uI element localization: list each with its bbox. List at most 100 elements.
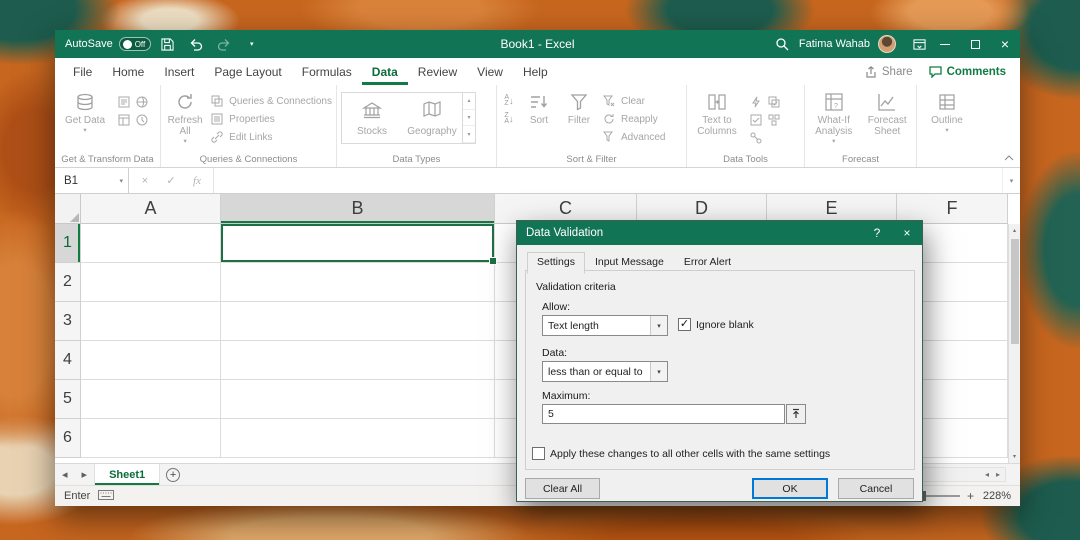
recent-sources-icon[interactable] bbox=[134, 112, 150, 128]
row-header-5[interactable]: 5 bbox=[55, 380, 81, 419]
cell-A1[interactable] bbox=[81, 224, 221, 263]
advanced-button[interactable]: Advanced bbox=[601, 128, 665, 146]
clear-filter-button[interactable]: Clear bbox=[601, 92, 665, 110]
scroll-down-icon[interactable]: ▾ bbox=[1013, 450, 1016, 463]
gallery-down-icon[interactable]: ▾ bbox=[463, 110, 475, 127]
row-header-4[interactable]: 4 bbox=[55, 341, 81, 380]
reapply-button[interactable]: Reapply bbox=[601, 110, 665, 128]
cell-A4[interactable] bbox=[81, 341, 221, 380]
comments-button[interactable]: Comments bbox=[929, 66, 1006, 78]
cell-A6[interactable] bbox=[81, 419, 221, 458]
tab-home[interactable]: Home bbox=[102, 58, 154, 85]
stocks-button[interactable]: Stocks bbox=[342, 93, 402, 143]
zoom-level[interactable]: 228% bbox=[981, 490, 1011, 502]
minimize-button[interactable] bbox=[930, 30, 960, 58]
sort-ascending-icon[interactable]: AZ↓ bbox=[501, 93, 517, 109]
add-sheet-button[interactable]: + bbox=[160, 464, 186, 485]
ok-button[interactable]: OK bbox=[752, 478, 828, 499]
edit-links-button[interactable]: Edit Links bbox=[209, 128, 332, 146]
formula-input[interactable] bbox=[214, 168, 1002, 193]
cancel-icon[interactable]: × bbox=[132, 175, 158, 187]
dialog-tab-input-message[interactable]: Input Message bbox=[585, 252, 674, 273]
search-icon[interactable] bbox=[771, 30, 793, 58]
ribbon-display-options-icon[interactable] bbox=[908, 30, 930, 58]
cell-B6[interactable] bbox=[221, 419, 495, 458]
refresh-all-button[interactable]: Refresh All ▾ bbox=[165, 87, 205, 145]
column-header-B[interactable]: B bbox=[221, 194, 495, 224]
from-text-csv-icon[interactable] bbox=[116, 94, 132, 110]
ignore-blank-checkbox[interactable]: Ignore blank bbox=[678, 318, 754, 331]
clear-all-button[interactable]: Clear All bbox=[525, 478, 600, 499]
insert-function-button[interactable]: fx bbox=[184, 175, 210, 187]
autosave-toggle[interactable]: Off bbox=[119, 37, 151, 51]
undo-button[interactable] bbox=[185, 30, 207, 58]
expand-formula-bar-icon[interactable]: ▾ bbox=[1002, 168, 1020, 193]
sheet-nav-right-icon[interactable]: ▸ bbox=[75, 464, 95, 485]
redo-button[interactable] bbox=[213, 30, 235, 58]
what-if-analysis-button[interactable]: ? What-If Analysis ▾ bbox=[809, 87, 859, 145]
tab-page-layout[interactable]: Page Layout bbox=[204, 58, 291, 85]
maximize-button[interactable] bbox=[960, 30, 990, 58]
allow-dropdown[interactable]: Text length ▾ bbox=[542, 315, 668, 336]
select-all-corner[interactable] bbox=[55, 194, 81, 224]
flash-fill-icon[interactable] bbox=[748, 94, 764, 110]
outline-button[interactable]: Outline ▾ bbox=[921, 87, 973, 134]
dialog-title-bar[interactable]: Data Validation ? × bbox=[517, 221, 922, 245]
cell-B5[interactable] bbox=[221, 380, 495, 419]
forecast-sheet-button[interactable]: Forecast Sheet bbox=[863, 87, 913, 137]
filter-button[interactable]: Filter bbox=[561, 87, 597, 126]
row-header-1[interactable]: 1 bbox=[55, 224, 81, 263]
maximum-input[interactable]: 5 bbox=[542, 404, 785, 424]
checkbox-box[interactable] bbox=[678, 318, 691, 331]
consolidate-icon[interactable] bbox=[766, 112, 782, 128]
name-box[interactable]: B1 ▾ bbox=[55, 168, 129, 193]
dialog-help-button[interactable]: ? bbox=[862, 221, 892, 245]
sheet-tab-sheet1[interactable]: Sheet1 bbox=[94, 464, 160, 485]
data-validation-icon[interactable] bbox=[748, 112, 764, 128]
user-name[interactable]: Fatima Wahab bbox=[799, 38, 870, 50]
collapse-dialog-button[interactable] bbox=[786, 404, 806, 424]
text-to-columns-button[interactable]: Text to Columns bbox=[691, 87, 743, 137]
cell-B2[interactable] bbox=[221, 263, 495, 302]
data-dropdown[interactable]: less than or equal to ▾ bbox=[542, 361, 668, 382]
sort-button[interactable]: Sort bbox=[521, 87, 557, 126]
scroll-right-icon[interactable]: ▸ bbox=[996, 470, 1000, 479]
cell-B3[interactable] bbox=[221, 302, 495, 341]
scroll-left-icon[interactable]: ◂ bbox=[985, 470, 989, 479]
get-data-button[interactable]: Get Data ▾ bbox=[59, 87, 111, 134]
sort-descending-icon[interactable]: ZA↓ bbox=[501, 111, 517, 127]
dialog-tab-error-alert[interactable]: Error Alert bbox=[674, 252, 741, 273]
cell-B1[interactable] bbox=[221, 224, 495, 263]
sheet-nav-left-icon[interactable]: ◂ bbox=[55, 464, 75, 485]
tab-help[interactable]: Help bbox=[513, 58, 558, 85]
share-button[interactable]: Share bbox=[865, 66, 913, 78]
tab-insert[interactable]: Insert bbox=[154, 58, 204, 85]
avatar[interactable] bbox=[878, 35, 896, 53]
cancel-button[interactable]: Cancel bbox=[838, 478, 914, 499]
row-header-6[interactable]: 6 bbox=[55, 419, 81, 458]
tab-formulas[interactable]: Formulas bbox=[292, 58, 362, 85]
apply-all-checkbox[interactable]: Apply these changes to all other cells w… bbox=[532, 447, 830, 460]
vertical-scrollbar[interactable]: ▴ ▾ bbox=[1008, 224, 1020, 463]
dialog-tab-settings[interactable]: Settings bbox=[527, 252, 585, 274]
properties-button[interactable]: Properties bbox=[209, 110, 332, 128]
queries-connections-button[interactable]: Queries & Connections bbox=[209, 92, 332, 110]
tab-file[interactable]: File bbox=[63, 58, 102, 85]
relationships-icon[interactable] bbox=[748, 130, 764, 146]
row-header-2[interactable]: 2 bbox=[55, 263, 81, 302]
chevron-down-icon[interactable]: ▾ bbox=[650, 316, 667, 335]
cell-B4[interactable] bbox=[221, 341, 495, 380]
chevron-down-icon[interactable]: ▾ bbox=[119, 177, 123, 185]
chevron-down-icon[interactable]: ▾ bbox=[650, 362, 667, 381]
gallery-up-icon[interactable]: ▴ bbox=[463, 93, 475, 110]
gallery-more-icon[interactable]: ▾ bbox=[463, 126, 475, 143]
tab-data[interactable]: Data bbox=[362, 58, 408, 85]
from-table-range-icon[interactable] bbox=[116, 112, 132, 128]
column-header-A[interactable]: A bbox=[81, 194, 221, 224]
geography-button[interactable]: Geography bbox=[402, 93, 462, 143]
cell-A3[interactable] bbox=[81, 302, 221, 341]
checkbox-box[interactable] bbox=[532, 447, 545, 460]
quick-access-dropdown[interactable]: ▾ bbox=[241, 30, 263, 58]
from-web-icon[interactable] bbox=[134, 94, 150, 110]
cell-A2[interactable] bbox=[81, 263, 221, 302]
